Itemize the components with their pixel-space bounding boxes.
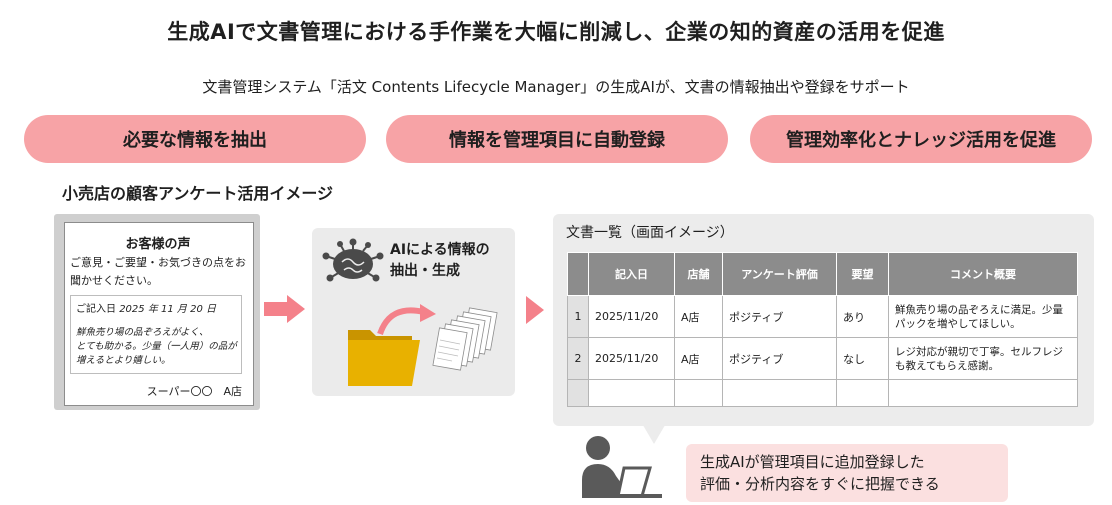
survey-store-name: スーパー〇〇 A店 xyxy=(146,385,242,398)
column-header-rating: アンケート評価 xyxy=(722,252,837,296)
page-title: 生成AIで文書管理における手作業を大幅に削減し、企業の知的資産の活用を促進 xyxy=(167,20,945,44)
cell-date: 2025/11/20 xyxy=(588,337,675,380)
survey-comment-line: 増えるとより嬉しい。 xyxy=(76,355,171,366)
document-list-title: 文書一覧（画面イメージ） xyxy=(566,225,734,241)
person-laptop-icon xyxy=(582,436,662,498)
cell-empty xyxy=(674,379,723,407)
survey-card-intro: ご意見・ご要望・お気づきの点をお聞かせください。 xyxy=(70,256,246,287)
callout-text: 生成AIが管理項目に追加登録した 評価・分析内容をすぐに把握できる xyxy=(700,451,1010,495)
cell-empty xyxy=(888,379,1078,407)
cell-date: 2025/11/20 xyxy=(588,295,675,338)
arrow-right-icon xyxy=(526,296,544,324)
step-label: 管理効率化とナレッジ活用を促進 xyxy=(786,130,1056,151)
column-header-index xyxy=(567,252,589,296)
column-header-request: 要望 xyxy=(836,252,889,296)
step-register-pill: 情報を管理項目に自動登録 xyxy=(386,115,728,163)
survey-date: ご記入日 2025 年 11 月 20 日 xyxy=(76,300,216,315)
survey-card-heading: お客様の声 xyxy=(125,237,191,252)
table-header-row: 記入日 店舗 アンケート評価 要望 コメント概要 xyxy=(567,252,1078,296)
page-subtitle: 文書管理システム「活文 Contents Lifecycle Manager」の… xyxy=(202,78,910,96)
step-utilize-pill: 管理効率化とナレッジ活用を促進 xyxy=(750,115,1092,163)
survey-comment-text: 鮮魚売り場の品ぞろえがよく、 とても助かる。少量（一人用）の品が 増えるとより嬉… xyxy=(76,326,240,368)
arrow-shaft xyxy=(264,302,288,316)
step-label: 情報を管理項目に自動登録 xyxy=(449,130,665,151)
step-label: 必要な情報を抽出 xyxy=(123,130,267,151)
ai-process-label: AIによる情報の 抽出・生成 xyxy=(390,240,490,282)
cell-request: あり xyxy=(836,295,889,338)
survey-date-value: 2025 年 11 月 20 日 xyxy=(119,304,216,315)
cell-rating: ポジティブ xyxy=(722,337,837,380)
document-table: 記入日 店舗 アンケート評価 要望 コメント概要 1 2025/11/20 A店… xyxy=(567,252,1078,407)
cell-rating: ポジティブ xyxy=(722,295,837,338)
cell-store: A店 xyxy=(674,337,723,380)
ai-label-line: AIによる情報の xyxy=(390,242,490,258)
arrow-right-icon xyxy=(287,295,305,323)
survey-date-prefix: ご記入日 xyxy=(76,304,116,315)
table-row[interactable]: 1 2025/11/20 A店 ポジティブ あり 鮮魚売り場の品ぞろえに満足。少… xyxy=(567,295,1078,338)
table-row-empty xyxy=(567,379,1078,407)
callout-line: 生成AIが管理項目に追加登録した xyxy=(700,453,925,471)
table-row[interactable]: 2 2025/11/20 A店 ポジティブ なし レジ対応が親切で丁寧。セルフレ… xyxy=(567,337,1078,380)
column-header-store: 店舗 xyxy=(674,252,723,296)
cell-store: A店 xyxy=(674,295,723,338)
documents-stack-icon xyxy=(432,307,498,371)
section-label: 小売店の顧客アンケート活用イメージ xyxy=(62,184,334,203)
column-header-comment: コメント概要 xyxy=(888,252,1078,296)
survey-comment-line: 鮮魚売り場の品ぞろえがよく、 xyxy=(76,327,209,338)
cell-empty xyxy=(722,379,837,407)
folder-icon xyxy=(348,330,420,386)
cell-comment: レジ対応が親切で丁寧。セルフレジも教えてもらえ感謝。 xyxy=(888,337,1078,380)
step-extract-pill: 必要な情報を抽出 xyxy=(24,115,366,163)
row-number xyxy=(567,379,589,407)
cell-empty xyxy=(836,379,889,407)
cell-comment: 鮮魚売り場の品ぞろえに満足。少量パックを増やしてほしい。 xyxy=(888,295,1078,338)
column-header-date: 記入日 xyxy=(588,252,675,296)
ai-label-line: 抽出・生成 xyxy=(390,263,460,279)
brain-network-icon xyxy=(322,238,384,282)
survey-comment-line: とても助かる。少量（一人用）の品が xyxy=(76,341,237,352)
row-number: 1 xyxy=(567,295,589,338)
folder-to-documents-illustration xyxy=(348,304,498,386)
cell-request: なし xyxy=(836,337,889,380)
cell-empty xyxy=(588,379,675,407)
callout-line: 評価・分析内容をすぐに把握できる xyxy=(700,475,940,493)
row-number: 2 xyxy=(567,337,589,380)
